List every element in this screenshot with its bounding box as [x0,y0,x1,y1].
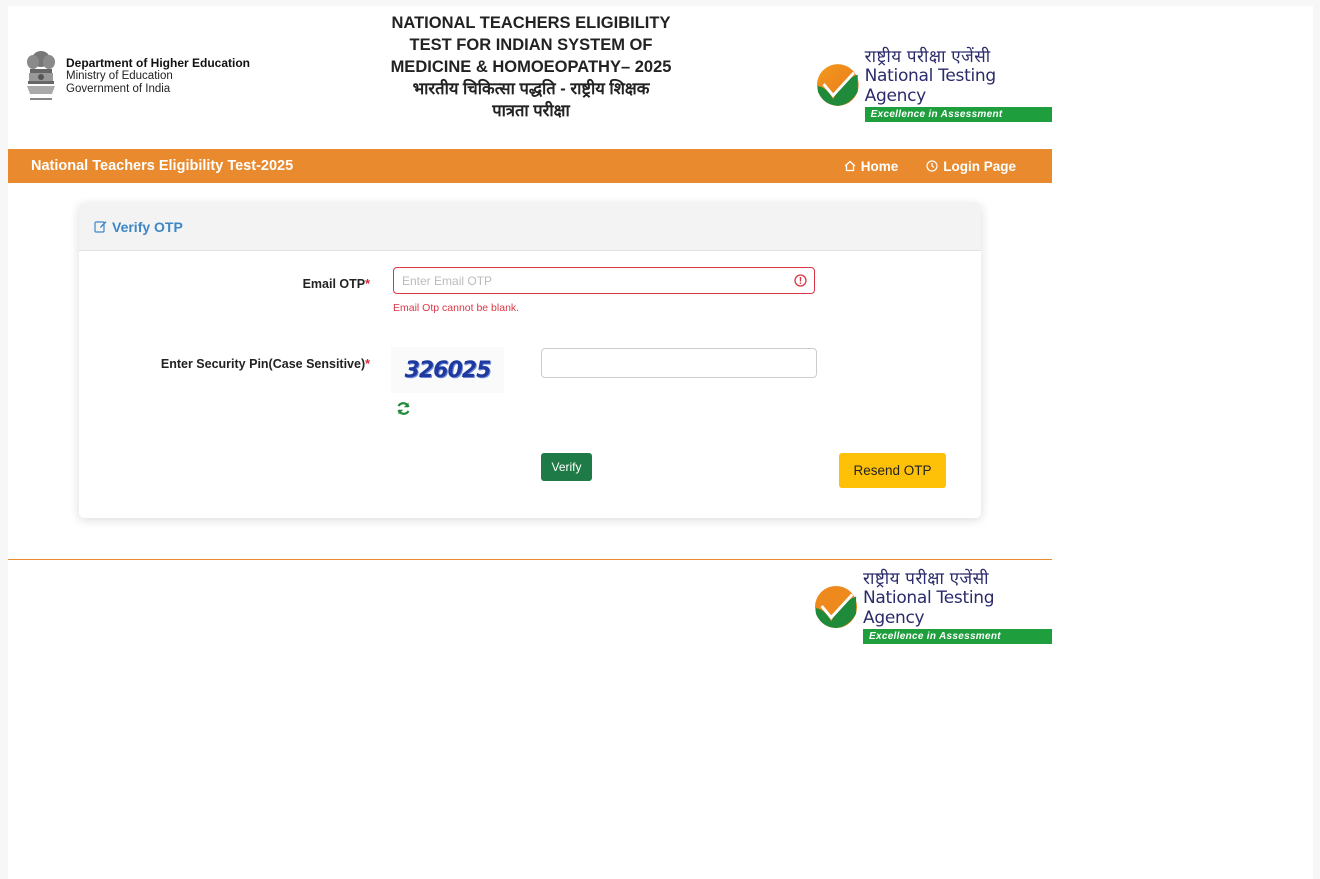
national-emblem-icon [27,51,55,100]
resend-otp-button[interactable]: Resend OTP [839,453,946,488]
email-otp-input[interactable] [393,267,815,294]
top-navbar: National Teachers Eligibility Test-2025 … [8,149,1052,183]
clock-icon [926,160,938,172]
nta-tagline: Excellence in Assessment [863,629,1052,644]
nav-login-label: Login Page [943,158,1016,174]
security-pin-label: Enter Security Pin(Case Sensitive)* [139,357,370,371]
required-asterisk: * [365,357,370,371]
required-asterisk: * [365,277,370,291]
nav-login-link[interactable]: Login Page [926,159,1016,174]
footer-nta-logo: राष्ट्रीय परीक्षा एजेंसी National Testin… [814,570,1052,644]
nta-english-name: National Testing Agency [863,588,995,628]
card-header: Verify OTP [79,203,981,251]
nav-home-link[interactable]: Home [844,158,899,174]
email-otp-label-text: Email OTP [302,277,366,291]
navbar-brand[interactable]: National Teachers Eligibility Test-2025 [31,158,293,174]
site-wrapper: Department of Higher Education Ministry … [8,6,1052,644]
page: Department of Higher Education Ministry … [8,6,1313,879]
nta-hindi-name: राष्ट्रीय परीक्षा एजेंसी [863,569,990,588]
dept-government: Government of India [66,83,171,95]
email-otp-error: Email Otp cannot be blank. [393,302,520,314]
security-pin-label-text: Enter Security Pin(Case Sensitive) [160,357,366,371]
card-title: Verify OTP [112,218,183,235]
captcha-image: 326025 [391,347,504,393]
site-footer: राष्ट्रीय परीक्षा एजेंसी National Testin… [8,560,1052,644]
exam-title-line: TEST FOR INDIAN SYSTEM OF [409,36,653,54]
email-otp-label: Email OTP* [279,277,370,291]
edit-icon [94,221,107,233]
exam-title: NATIONAL TEACHERS ELIGIBILITY TEST FOR I… [380,12,682,122]
nta-logo: राष्ट्रीय परीक्षा एजेंसी National Testin… [816,48,1052,122]
exclamation-circle-icon [794,274,807,287]
home-icon [844,160,856,172]
nta-check-icon [816,64,859,106]
nta-hindi-name: राष्ट्रीय परीक्षा एजेंसी [864,47,991,66]
verify-button[interactable]: Verify [541,453,592,481]
exam-title-line: भारतीय चिकित्सा पद्धति - राष्ट्रीय शिक्ष… [412,80,650,98]
dept-logo-block: Department of Higher Education Ministry … [24,50,250,108]
nta-tagline: Excellence in Assessment [864,107,1052,122]
exam-title-line: MEDICINE & HOMOEOPATHY– 2025 [390,58,672,76]
refresh-icon[interactable] [396,401,411,416]
exam-title-line: NATIONAL TEACHERS ELIGIBILITY [391,14,671,32]
nav-home-label: Home [860,158,899,174]
navbar-links: Home Login Page [844,149,1016,183]
exam-title-line: पात्रता परीक्षा [492,102,570,120]
dept-ministry: Ministry of Education [66,70,173,82]
dept-title: Department of Higher Education [66,56,251,70]
nta-check-icon [814,585,858,629]
security-pin-input[interactable] [541,348,817,378]
site-header: Department of Higher Education Ministry … [8,6,1052,149]
nta-english-name: National Testing Agency [864,66,997,106]
verify-otp-card: Verify OTP Email OTP* Email Otp cannot b… [79,203,981,518]
captcha-text: 326025 [404,357,492,383]
